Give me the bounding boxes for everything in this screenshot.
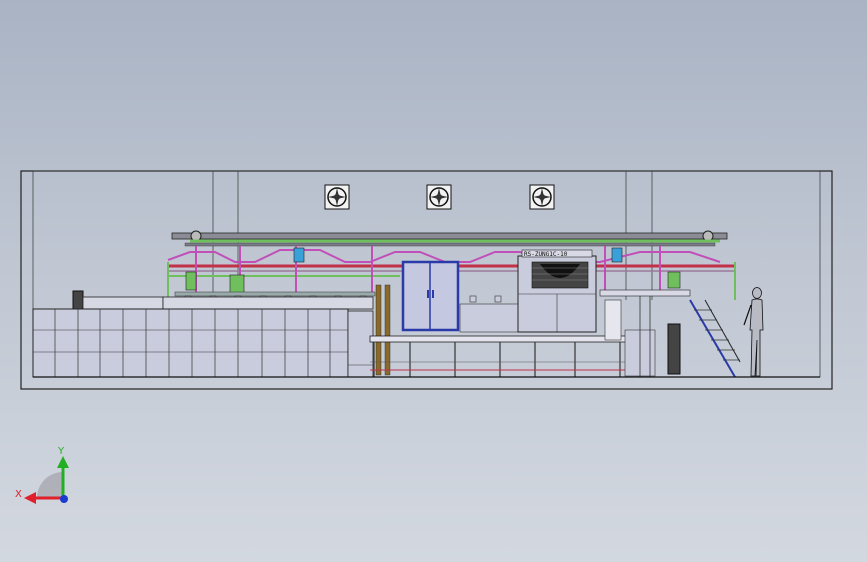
equipment-plate-label: RS-ZUNG1C-10 <box>524 251 568 258</box>
human-scale-figure <box>743 287 764 377</box>
y-axis-label: Y <box>57 446 65 457</box>
axis-triad: Y X <box>15 446 69 504</box>
z-axis-icon <box>60 495 68 503</box>
exhaust-fan-icon <box>324 184 350 210</box>
tank-bank-left <box>32 290 374 378</box>
control-cabinet-blue <box>401 260 460 332</box>
exhaust-fan-icon <box>426 184 452 210</box>
cad-viewport[interactable]: RS-ZUNG1C-10 Y X <box>0 0 867 562</box>
overhead-crane-rail <box>171 230 728 247</box>
cad-model-drawing[interactable]: RS-ZUNG1C-10 Y X <box>0 0 867 562</box>
exhaust-fan-icon <box>529 184 555 210</box>
equipment-unit: RS-ZUNG1C-10 <box>517 249 597 333</box>
access-stair <box>599 289 741 378</box>
x-axis-label: X <box>15 489 22 500</box>
